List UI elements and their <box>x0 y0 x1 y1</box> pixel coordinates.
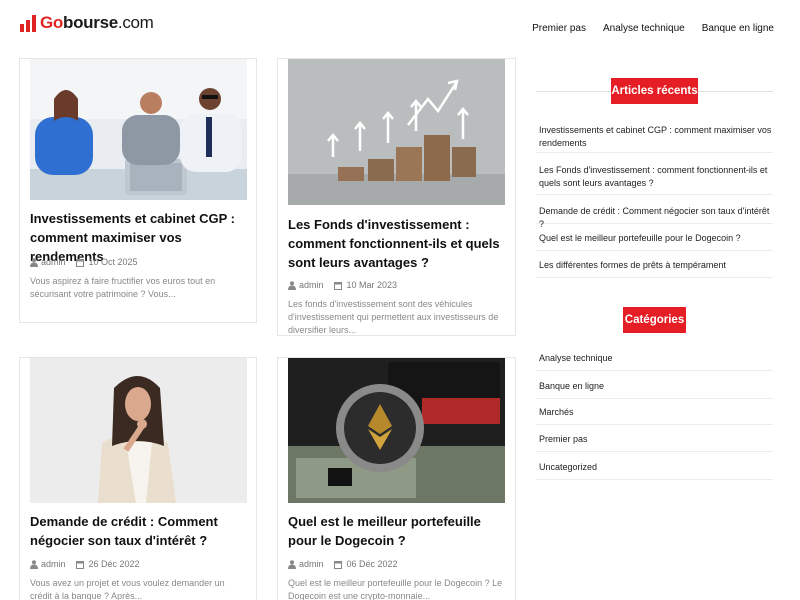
post-card: Les Fonds d'investissement : comment fon… <box>277 58 516 336</box>
post-excerpt: Vous avez un projet et vous voulez deman… <box>30 578 225 600</box>
recent-post-link[interactable]: Investissements et cabinet CGP : comment… <box>536 124 773 153</box>
recent-post-link[interactable]: Quel est le meilleur portefeuille pour l… <box>536 232 773 251</box>
recent-post-link[interactable]: Demande de crédit : Comment négocier son… <box>536 205 773 229</box>
post-meta: admin 10 Mar 2023 <box>288 279 397 291</box>
post-excerpt: Vous aspirez à faire fructifier vos euro… <box>30 276 216 299</box>
bar-chart-icon <box>20 14 36 32</box>
nav-premier-pas[interactable]: Premier pas <box>532 22 586 36</box>
site-header: Gobourse.com Premier pas Analyse techniq… <box>0 0 800 58</box>
calendar-icon <box>75 258 84 267</box>
nav-banque-en-ligne[interactable]: Banque en ligne <box>702 22 774 36</box>
calendar-icon <box>333 560 342 569</box>
post-card: Quel est le meilleur portefeuille pour l… <box>277 357 516 600</box>
post-thumbnail-image[interactable] <box>288 59 505 205</box>
post-date: 26 Déc 2022 <box>88 559 140 569</box>
category-link-marches[interactable]: Marchés <box>536 406 773 425</box>
post-meta: admin 10 Oct 2025 <box>30 256 138 268</box>
user-icon <box>30 559 38 569</box>
post-date: 10 Mar 2023 <box>346 280 398 290</box>
user-icon <box>288 559 296 569</box>
logo-text: Gobourse.com <box>40 13 154 32</box>
post-excerpt: Quel est le meilleur portefeuille pour l… <box>288 578 503 600</box>
post-title[interactable]: Les Fonds d'investissement : comment fon… <box>288 215 510 272</box>
post-card: Demande de crédit : Comment négocier son… <box>19 357 257 600</box>
nav-analyse-technique[interactable]: Analyse technique <box>603 22 685 36</box>
category-link-premier-pas[interactable]: Premier pas <box>536 433 773 452</box>
recent-posts-title: Articles récents <box>611 78 698 104</box>
post-card: Investissements et cabinet CGP : comment… <box>19 58 257 323</box>
calendar-icon <box>333 281 342 290</box>
post-author[interactable]: admin <box>41 256 66 268</box>
user-icon <box>30 257 38 267</box>
post-title[interactable]: Quel est le meilleur portefeuille pour l… <box>288 512 502 550</box>
site-logo[interactable]: Gobourse.com <box>20 12 154 34</box>
post-meta: admin 06 Déc 2022 <box>288 558 398 570</box>
post-author[interactable]: admin <box>41 558 66 570</box>
category-link-analyse-technique[interactable]: Analyse technique <box>536 352 773 371</box>
calendar-icon <box>75 560 84 569</box>
post-date: 10 Oct 2025 <box>88 257 138 267</box>
categories-title: Catégories <box>623 307 686 333</box>
category-link-banque-en-ligne[interactable]: Banque en ligne <box>536 380 773 399</box>
post-date: 06 Déc 2022 <box>346 559 398 569</box>
post-excerpt: Les fonds d'investissement sont des véhi… <box>288 299 499 335</box>
category-link-uncategorized[interactable]: Uncategorized <box>536 461 773 480</box>
post-title[interactable]: Demande de crédit : Comment négocier son… <box>30 512 244 550</box>
main-nav: Premier pas Analyse technique Banque en … <box>532 22 774 36</box>
post-author[interactable]: admin <box>299 558 324 570</box>
post-meta: admin 26 Déc 2022 <box>30 558 140 570</box>
post-author[interactable]: admin <box>299 279 324 291</box>
post-thumbnail-image[interactable] <box>288 358 505 503</box>
post-thumbnail-image[interactable] <box>30 59 247 200</box>
post-thumbnail-image[interactable] <box>30 358 247 503</box>
recent-post-link[interactable]: Les différentes formes de prêts à tempér… <box>536 259 773 278</box>
user-icon <box>288 280 296 290</box>
recent-post-link[interactable]: Les Fonds d'investissement : comment fon… <box>536 164 773 195</box>
